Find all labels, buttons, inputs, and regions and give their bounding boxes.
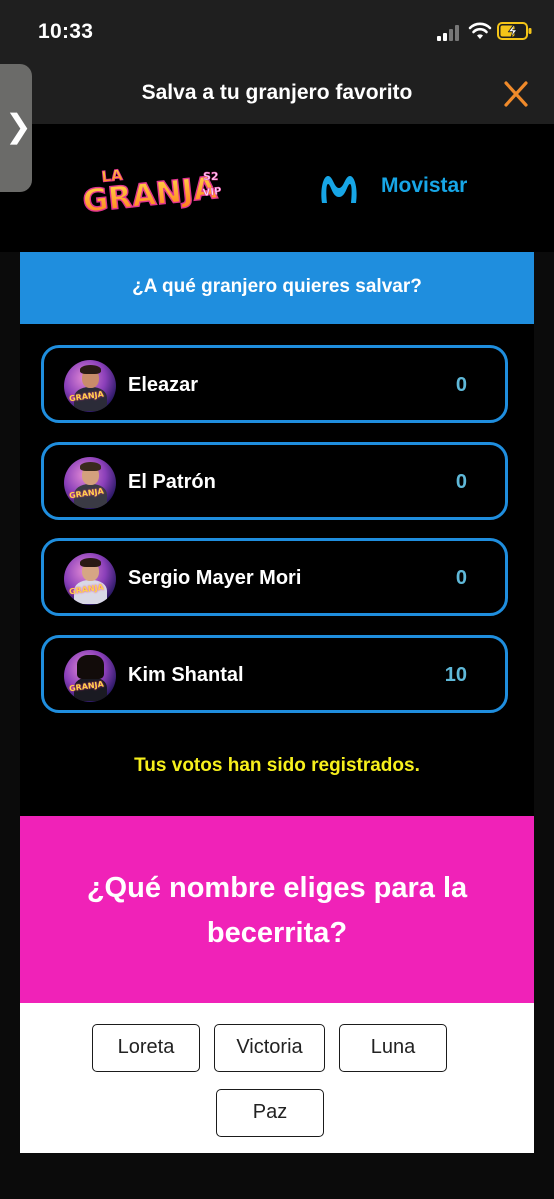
movistar-m-icon (321, 176, 357, 203)
vote-question-banner: ¿A qué granjero quieres salvar? (20, 252, 534, 324)
la-granja-vip-logo: LA GRANJA VIP S2 (80, 165, 222, 220)
option-button-luna[interactable]: Luna (339, 1024, 447, 1072)
candidate-eleazar[interactable]: GRANJA Eleazar 0 (41, 345, 508, 423)
option-button-paz[interactable]: Paz (216, 1089, 324, 1137)
vote-question: ¿A qué granjero quieres salvar? (132, 276, 422, 297)
candidate-el-patron[interactable]: GRANJA El Patrón 0 (41, 442, 508, 520)
svg-text:S2: S2 (203, 170, 219, 183)
vote-confirmation-message: Tus votos han sido registrados. (134, 755, 420, 776)
close-icon[interactable] (499, 79, 533, 109)
candidate-vote-count: 0 (455, 471, 467, 493)
name-poll-card: ¿Qué nombre eliges para la becerrita? (20, 816, 534, 1003)
battery-charging-icon (497, 22, 532, 40)
name-poll-options: Loreta Victoria Luna Paz (20, 1003, 534, 1153)
candidate-name: Kim Shantal (128, 664, 244, 686)
avatar: GRANJA (64, 650, 116, 702)
avatar: GRANJA (64, 457, 116, 509)
candidate-name: Sergio Mayer Mori (128, 567, 302, 589)
side-drawer-handle[interactable]: ❯ (0, 64, 32, 192)
wifi-icon (468, 22, 492, 39)
cellular-signal-icon (437, 25, 463, 41)
modal-header: Salva a tu granjero favorito (0, 64, 554, 124)
candidate-vote-count: 0 (455, 567, 467, 589)
candidate-name: El Patrón (128, 471, 216, 493)
option-button-loreta[interactable]: Loreta (92, 1024, 200, 1072)
candidate-vote-count: 10 (444, 664, 467, 686)
avatar: GRANJA (64, 360, 116, 412)
candidate-sergio-mayer-mori[interactable]: GRANJA Sergio Mayer Mori 0 (41, 538, 508, 616)
chevron-right-icon: ❯ (5, 108, 32, 144)
name-poll-question: ¿Qué nombre eliges para la becerrita? (86, 872, 468, 949)
page: 10:33 Salva a tu granjero favorito ❯ LA … (0, 0, 554, 1199)
svg-text:VIP: VIP (202, 186, 222, 199)
modal-title: Salva a tu granjero favorito (141, 81, 413, 104)
status-time: 10:33 (38, 20, 94, 43)
option-button-victoria[interactable]: Victoria (214, 1024, 325, 1072)
movistar-wordmark: Movistar (381, 174, 468, 197)
candidate-kim-shantal[interactable]: GRANJA Kim Shantal 10 (41, 635, 508, 713)
avatar: GRANJA (64, 553, 116, 605)
status-bar: 10:33 (0, 0, 554, 64)
candidate-vote-count: 0 (455, 374, 467, 396)
candidate-name: Eleazar (128, 374, 199, 396)
